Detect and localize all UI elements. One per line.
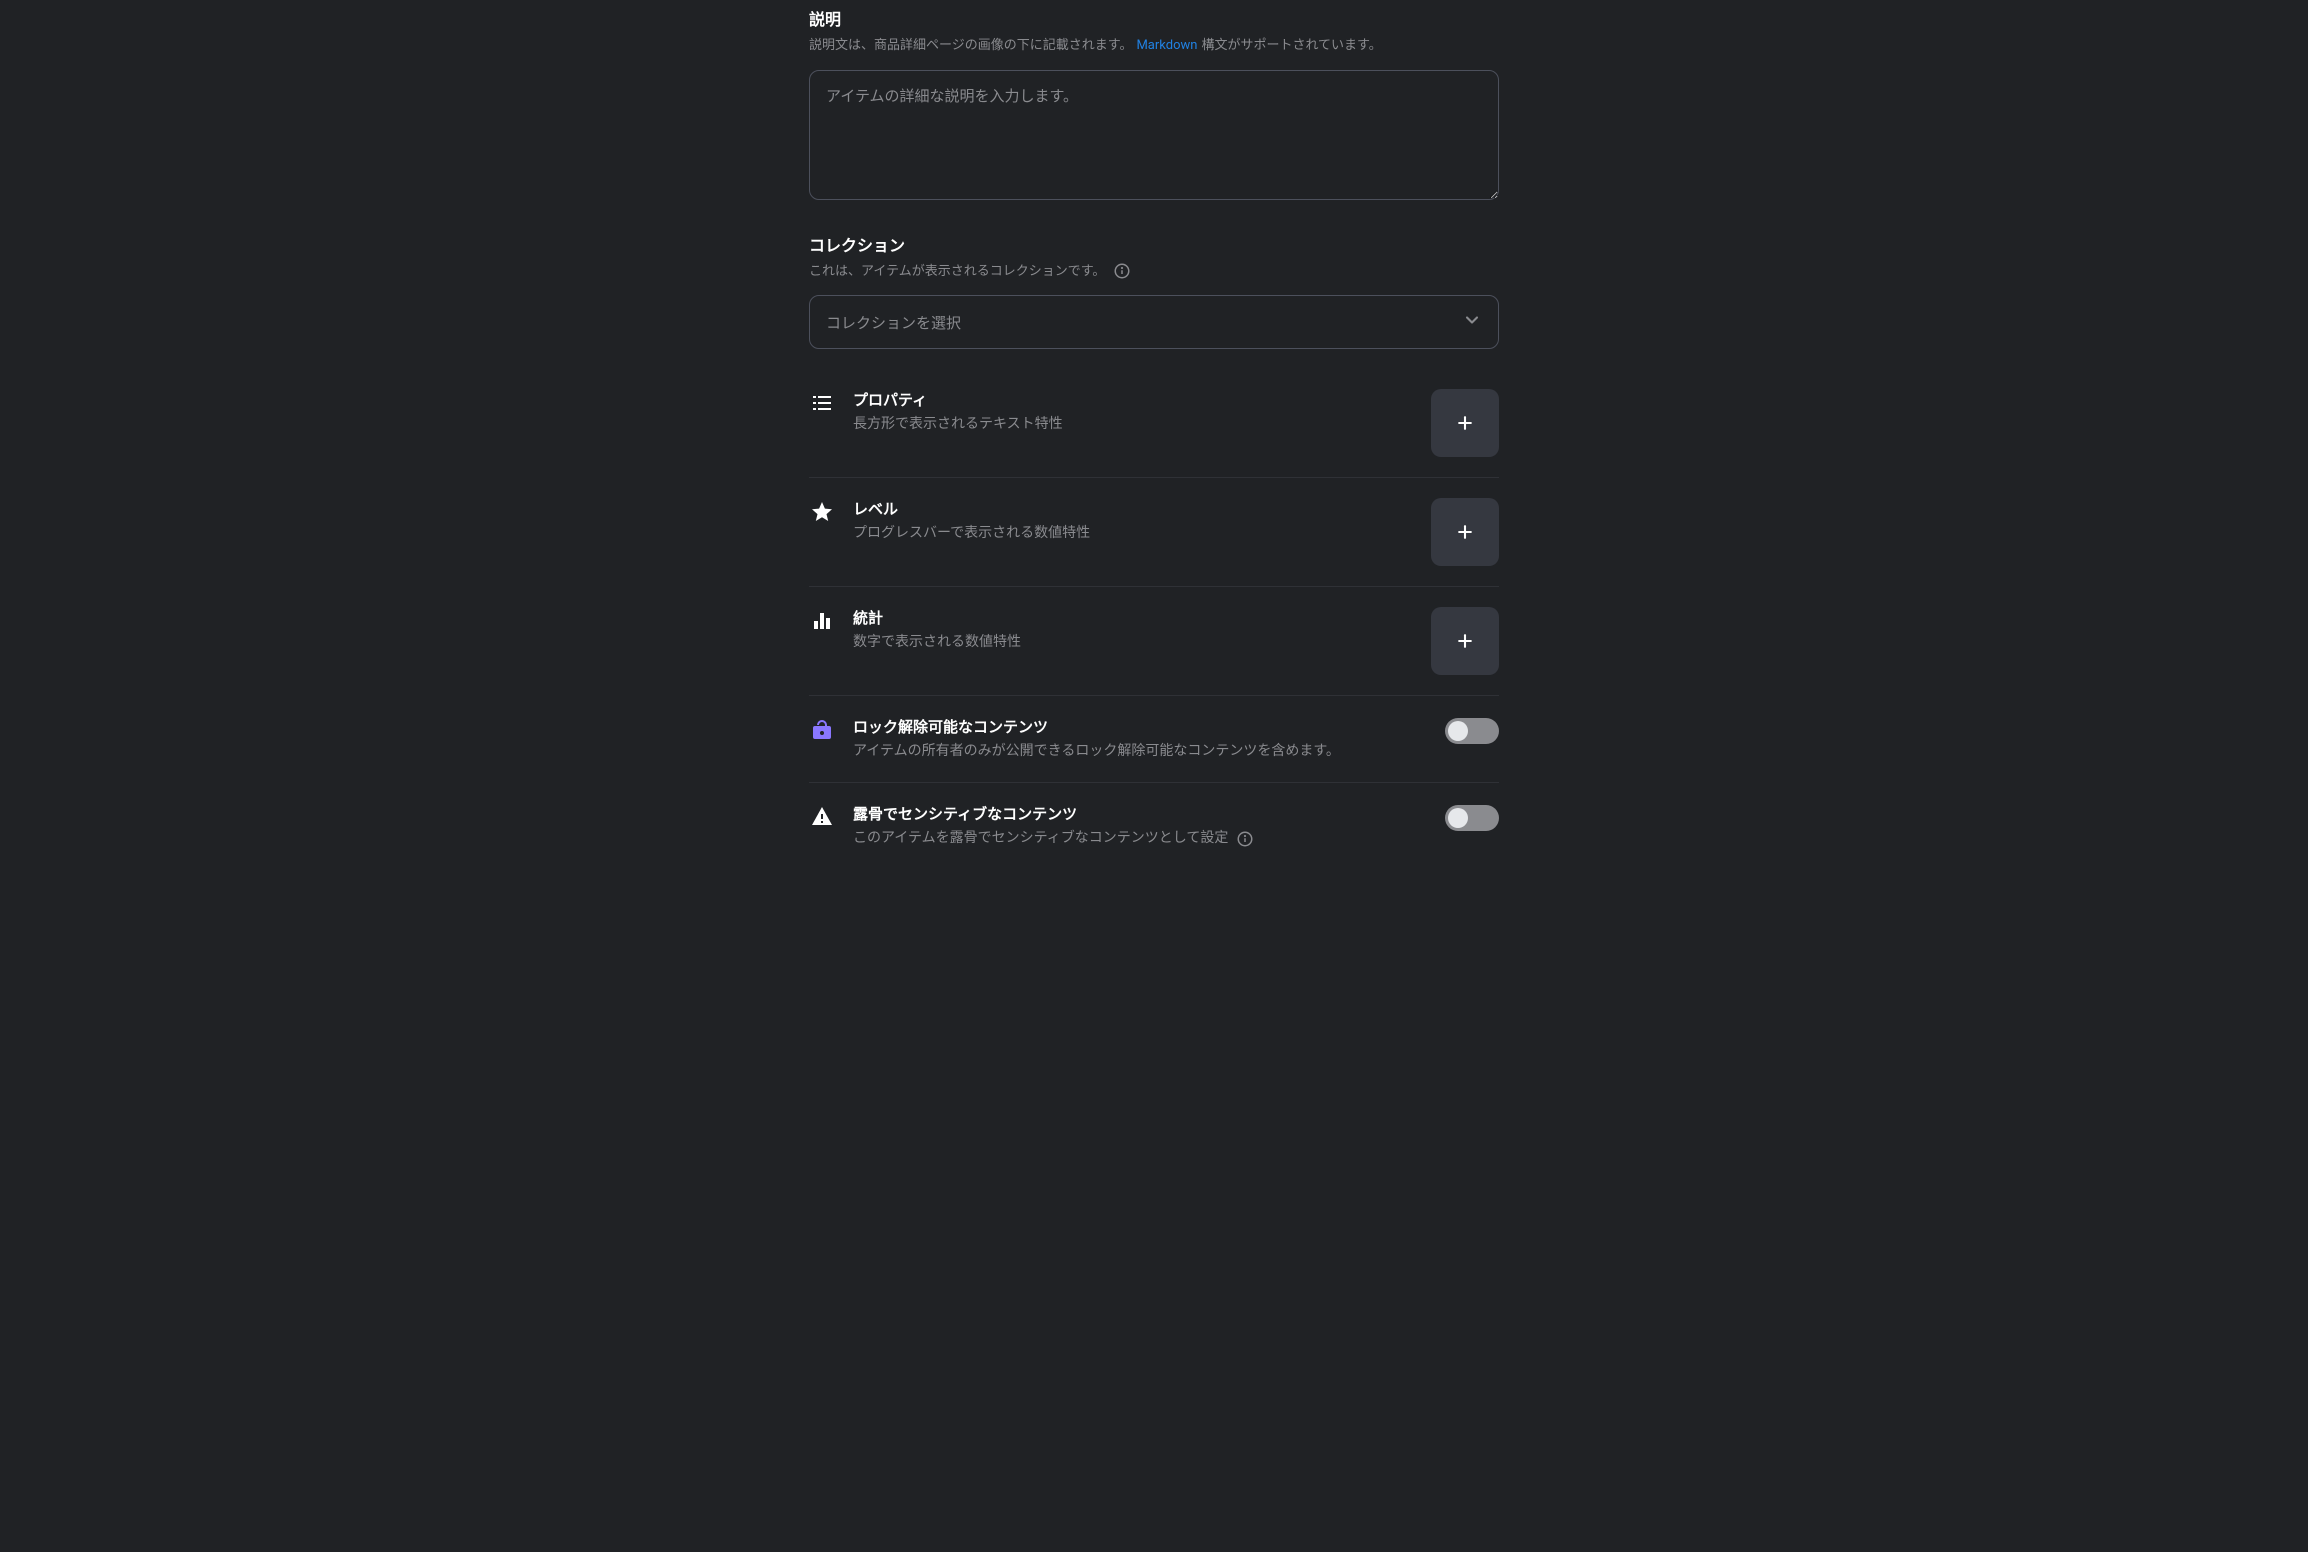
trait-desc-stats: 数字で表示される数値特性 (853, 632, 1413, 653)
trait-row-explicit: 露骨でセンシティブなコンテンツ このアイテムを露骨でセンシティブなコンテンツとし… (809, 783, 1499, 869)
list-icon (809, 389, 835, 415)
add-levels-button[interactable] (1431, 498, 1499, 566)
collection-select-placeholder: コレクションを選択 (826, 312, 961, 333)
warning-icon (809, 803, 835, 829)
collection-hint: これは、アイテムが表示されるコレクションです。 (809, 262, 1499, 282)
markdown-link[interactable]: Markdown (1136, 36, 1197, 56)
trait-title-unlockable: ロック解除可能なコンテンツ (853, 716, 1427, 737)
collection-section: コレクション これは、アイテムが表示されるコレクションです。 コレクションを選択 (809, 232, 1499, 350)
plus-icon (1455, 631, 1475, 651)
trait-desc-levels: プログレスバーで表示される数値特性 (853, 523, 1413, 544)
star-icon (809, 498, 835, 524)
info-icon[interactable] (1113, 262, 1131, 280)
trait-desc-unlockable: アイテムの所有者のみが公開できるロック解除可能なコンテンツを含めます。 (853, 741, 1427, 762)
bars-icon (809, 607, 835, 633)
trait-row-properties: プロパティ 長方形で表示されるテキスト特性 (809, 377, 1499, 478)
collection-title: コレクション (809, 232, 1499, 256)
trait-text: 統計 数字で表示される数値特性 (853, 607, 1413, 653)
chevron-down-icon (1462, 310, 1482, 334)
trait-text: レベル プログレスバーで表示される数値特性 (853, 498, 1413, 544)
toggle-knob (1448, 808, 1468, 828)
explicit-toggle[interactable] (1445, 805, 1499, 831)
info-icon[interactable] (1236, 830, 1254, 848)
description-section: 説明 説明文は、商品詳細ページの画像の下に記載されます。 Markdown 構文… (809, 6, 1499, 204)
description-hint: 説明文は、商品詳細ページの画像の下に記載されます。 Markdown 構文がサポ… (809, 36, 1499, 56)
collection-select[interactable]: コレクションを選択 (809, 295, 1499, 349)
trait-desc-properties: 長方形で表示されるテキスト特性 (853, 414, 1413, 435)
trait-row-levels: レベル プログレスバーで表示される数値特性 (809, 478, 1499, 587)
trait-title-stats: 統計 (853, 607, 1413, 628)
plus-icon (1455, 522, 1475, 542)
trait-desc-explicit: このアイテムを露骨でセンシティブなコンテンツとして設定 (853, 828, 1427, 849)
description-textarea[interactable] (809, 70, 1499, 200)
trait-title-properties: プロパティ (853, 389, 1413, 410)
trait-row-unlockable: ロック解除可能なコンテンツ アイテムの所有者のみが公開できるロック解除可能なコン… (809, 696, 1499, 783)
lock-icon (809, 716, 835, 742)
trait-row-stats: 統計 数字で表示される数値特性 (809, 587, 1499, 696)
plus-icon (1455, 413, 1475, 433)
trait-list: プロパティ 長方形で表示されるテキスト特性 レベル プログレスバーで表示される数… (809, 377, 1499, 869)
trait-text: 露骨でセンシティブなコンテンツ このアイテムを露骨でセンシティブなコンテンツとし… (853, 803, 1427, 849)
description-hint-before: 説明文は、商品詳細ページの画像の下に記載されます。 (809, 36, 1132, 56)
trait-desc-explicit-text: このアイテムを露骨でセンシティブなコンテンツとして設定 (853, 828, 1228, 849)
description-hint-after: 構文がサポートされています。 (1201, 36, 1381, 56)
description-title: 説明 (809, 6, 1499, 30)
unlockable-toggle[interactable] (1445, 718, 1499, 744)
add-stats-button[interactable] (1431, 607, 1499, 675)
add-properties-button[interactable] (1431, 389, 1499, 457)
trait-text: プロパティ 長方形で表示されるテキスト特性 (853, 389, 1413, 435)
toggle-knob (1448, 721, 1468, 741)
trait-title-levels: レベル (853, 498, 1413, 519)
trait-text: ロック解除可能なコンテンツ アイテムの所有者のみが公開できるロック解除可能なコン… (853, 716, 1427, 762)
trait-title-explicit: 露骨でセンシティブなコンテンツ (853, 803, 1427, 824)
collection-hint-text: これは、アイテムが表示されるコレクションです。 (809, 262, 1105, 282)
